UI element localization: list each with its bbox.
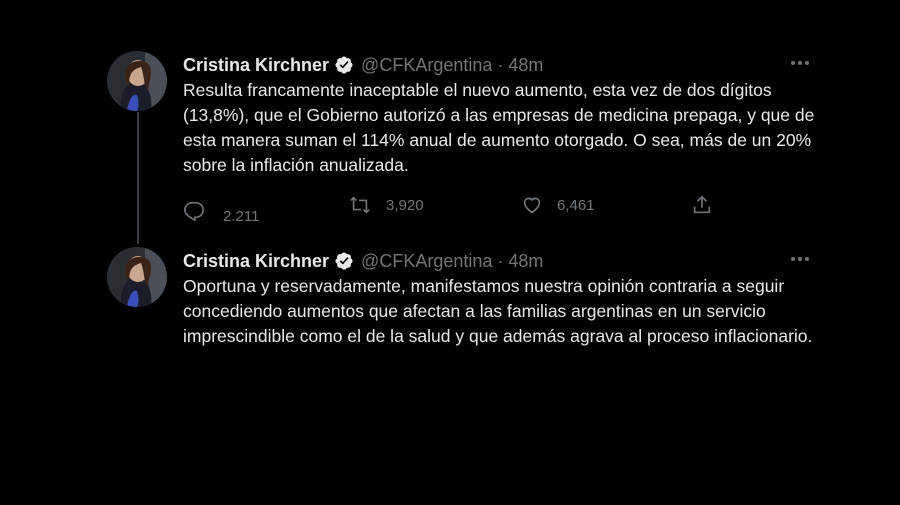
tweet-text: Resulta francamente inaceptable el nuevo… [183,80,815,175]
tweet-actions: 2.211 3,920 6,461 [183,194,743,225]
retweet-icon [350,196,370,214]
reply-count: 2.211 [223,208,260,225]
separator-dot: · [497,54,504,75]
tweet-time[interactable]: 48m [508,251,543,272]
author-name[interactable]: Cristina Kirchner [183,55,329,76]
tweet-time[interactable]: 48m [508,55,543,76]
author-handle[interactable]: @CFKArgentina [361,251,492,272]
reply-icon [184,201,204,221]
more-icon[interactable] [785,247,815,271]
share-icon [693,195,711,214]
tweet-header: Cristina Kirchner @CFKArgentina · 48m [183,249,543,273]
verified-badge-icon [334,55,354,75]
more-icon[interactable] [785,51,815,75]
author-handle[interactable]: @CFKArgentina [361,55,492,76]
retweet-button[interactable]: 3,920 [348,194,424,216]
verified-badge-icon [334,251,354,271]
thread-connector-line [137,112,139,244]
reply-button[interactable]: 2.211 [183,194,259,225]
retweet-count: 3,920 [386,196,424,214]
avatar[interactable] [107,247,167,307]
avatar[interactable] [107,51,167,111]
tweet-header: Cristina Kirchner @CFKArgentina · 48m [183,53,543,77]
tweet-text: Oportuna y reservadamente, manifestamos … [183,276,813,346]
separator-dot: · [497,250,504,271]
like-button[interactable]: 6,461 [521,194,595,216]
author-name[interactable]: Cristina Kirchner [183,251,329,272]
share-button[interactable] [691,194,713,216]
like-icon [523,197,541,214]
like-count: 6,461 [557,196,595,214]
